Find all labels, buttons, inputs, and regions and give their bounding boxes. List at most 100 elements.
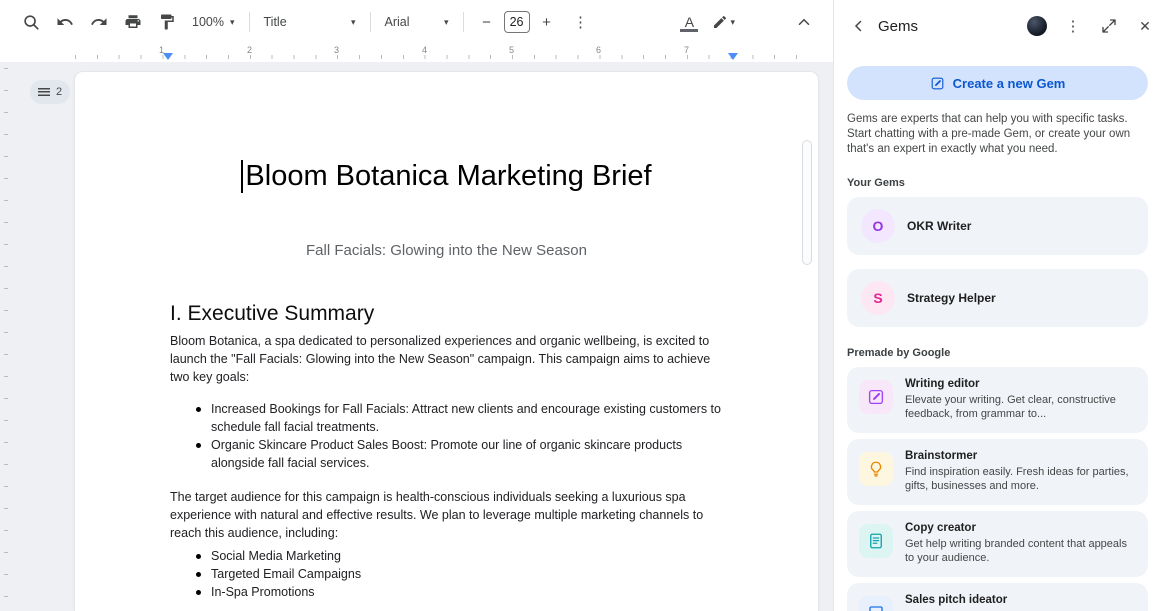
chevron-down-icon: ▾ xyxy=(351,17,356,28)
font-value: Arial xyxy=(385,15,410,29)
document-icon xyxy=(859,524,893,558)
doc-title-text[interactable]: Bloom Botanica Marketing Brief xyxy=(245,160,651,193)
tabs-outline-button[interactable]: 2 xyxy=(30,80,70,104)
editing-mode-button[interactable]: ▾ xyxy=(706,6,741,38)
pen-icon xyxy=(712,14,728,30)
gem-avatar: S xyxy=(861,281,895,315)
gem-name: Writing editor xyxy=(905,378,1135,390)
paint-format-icon[interactable] xyxy=(150,6,184,38)
undo-button[interactable] xyxy=(48,6,82,38)
list-item[interactable]: Targeted Email Campaigns xyxy=(196,565,723,583)
gem-card-writing-editor[interactable]: Writing editor Elevate your writing. Get… xyxy=(847,367,1148,433)
list-item[interactable]: Organic Skincare Product Sales Boost: Pr… xyxy=(196,436,723,472)
ruler-number: 2 xyxy=(247,45,252,55)
gem-card-sales-pitch-ideator[interactable]: Sales pitch ideator xyxy=(847,583,1148,611)
more-options-icon[interactable]: ⋮ xyxy=(1060,13,1086,39)
increase-font-size-button[interactable]: + xyxy=(530,6,564,38)
gems-description: Gems are experts that can help you with … xyxy=(847,112,1148,157)
list-item-text[interactable]: Organic Skincare Product Sales Boost: Pr… xyxy=(211,436,723,472)
toolbar-divider xyxy=(463,12,464,32)
paragraph-style-select[interactable]: Title ▾ xyxy=(256,8,364,36)
presentation-icon xyxy=(859,596,893,611)
gem-name: Brainstormer xyxy=(905,450,1135,462)
list-item[interactable]: In-Spa Promotions xyxy=(196,583,723,601)
font-color-icon[interactable]: A xyxy=(672,6,706,38)
decrease-font-size-button[interactable]: − xyxy=(470,6,504,38)
redo-button[interactable] xyxy=(82,6,116,38)
list-item-text[interactable]: Social Media Marketing xyxy=(211,547,341,565)
edit-square-icon xyxy=(859,380,893,414)
chevron-down-icon: ▾ xyxy=(230,17,235,28)
ruler-number: 4 xyxy=(422,45,427,55)
gem-card-brainstormer[interactable]: Brainstormer Find inspiration easily. Fr… xyxy=(847,439,1148,505)
list-item[interactable]: Social Media Marketing xyxy=(196,547,723,565)
ruler-number: 3 xyxy=(334,45,339,55)
bullet-dot xyxy=(196,590,201,595)
bullet-dot xyxy=(196,554,201,559)
your-gems-label: Your Gems xyxy=(847,177,1148,189)
doc-bullet-list[interactable]: Social Media Marketing Targeted Email Ca… xyxy=(196,547,723,601)
list-item-text[interactable]: Targeted Email Campaigns xyxy=(211,565,361,583)
gem-name: Strategy Helper xyxy=(907,291,996,305)
sidebar-title: Gems xyxy=(878,18,918,35)
left-indent-marker[interactable] xyxy=(163,53,173,60)
open-in-full-icon[interactable] xyxy=(1096,13,1122,39)
bullet-dot xyxy=(196,572,201,577)
font-size-input[interactable] xyxy=(504,11,530,33)
gem-description: Elevate your writing. Get clear, constru… xyxy=(905,393,1135,421)
list-item-text[interactable]: Increased Bookings for Fall Facials: Att… xyxy=(211,400,723,436)
chevron-down-icon: ▾ xyxy=(444,17,449,28)
color-bar xyxy=(680,29,698,32)
doc-paragraph[interactable]: The target audience for this campaign is… xyxy=(170,488,730,542)
toolbar-divider xyxy=(249,12,250,32)
style-value: Title xyxy=(264,15,287,29)
list-item[interactable]: Increased Bookings for Fall Facials: Att… xyxy=(196,400,723,436)
list-item-text[interactable]: In-Spa Promotions xyxy=(211,583,315,601)
sidebar-header: Gems ⋮ ✕ xyxy=(834,0,1170,52)
premade-label: Premade by Google xyxy=(847,347,1148,359)
gem-sphere-icon[interactable] xyxy=(1024,13,1050,39)
back-button[interactable] xyxy=(846,13,872,39)
doc-heading-1[interactable]: I. Executive Summary xyxy=(170,302,374,326)
toolbar: 100% ▾ Title ▾ Arial ▾ − + ⋮ A ▾ xyxy=(0,0,833,44)
doc-subtitle[interactable]: Fall Facials: Glowing into the New Seaso… xyxy=(75,242,818,259)
document-page[interactable]: Bloom Botanica Marketing Brief Fall Faci… xyxy=(75,72,818,611)
editor-region: 100% ▾ Title ▾ Arial ▾ − + ⋮ A ▾ xyxy=(0,0,833,611)
print-button[interactable] xyxy=(116,6,150,38)
toolbar-overflow-menu[interactable]: ⋮ xyxy=(564,6,598,38)
document-canvas[interactable]: 2 Bloom Botanica Marketing Brief Fall Fa… xyxy=(0,62,833,611)
ruler-number: 6 xyxy=(596,45,601,55)
doc-title[interactable]: Bloom Botanica Marketing Brief xyxy=(75,160,818,193)
zoom-value: 100% xyxy=(192,15,224,29)
close-icon[interactable]: ✕ xyxy=(1132,13,1158,39)
font-family-select[interactable]: Arial ▾ xyxy=(377,8,457,36)
ruler-ticks xyxy=(75,55,818,59)
text-cursor xyxy=(241,160,243,193)
doc-paragraph[interactable]: Bloom Botanica, a spa dedicated to perso… xyxy=(170,332,730,386)
gem-name: Sales pitch ideator xyxy=(905,594,1007,606)
vertical-ruler xyxy=(4,68,8,611)
bullet-dot xyxy=(196,443,201,448)
chevron-down-icon: ▾ xyxy=(730,17,735,28)
hide-menus-button[interactable] xyxy=(787,6,821,38)
create-gem-button[interactable]: Create a new Gem xyxy=(847,66,1148,100)
horizontal-ruler[interactable]: 1 2 3 4 5 6 7 xyxy=(75,44,818,62)
list-icon xyxy=(38,88,50,96)
gem-card-okr-writer[interactable]: O OKR Writer xyxy=(847,197,1148,255)
ruler-number: 5 xyxy=(509,45,514,55)
gem-name: OKR Writer xyxy=(907,219,971,233)
gem-card-copy-creator[interactable]: Copy creator Get help writing branded co… xyxy=(847,511,1148,577)
sidebar-header-actions: ⋮ ✕ xyxy=(1024,13,1158,39)
doc-bullet-list[interactable]: Increased Bookings for Fall Facials: Att… xyxy=(196,400,723,472)
scrollbar-thumb[interactable] xyxy=(802,140,812,265)
gem-card-strategy-helper[interactable]: S Strategy Helper xyxy=(847,269,1148,327)
tabs-count-badge: 2 xyxy=(56,86,62,98)
ruler-number: 7 xyxy=(684,45,689,55)
zoom-select[interactable]: 100% ▾ xyxy=(184,8,243,36)
create-gem-label: Create a new Gem xyxy=(953,76,1066,91)
edit-square-icon xyxy=(930,76,945,91)
gem-description: Find inspiration easily. Fresh ideas for… xyxy=(905,465,1135,493)
gem-avatar: O xyxy=(861,209,895,243)
right-indent-marker[interactable] xyxy=(728,53,738,60)
search-icon[interactable] xyxy=(14,6,48,38)
